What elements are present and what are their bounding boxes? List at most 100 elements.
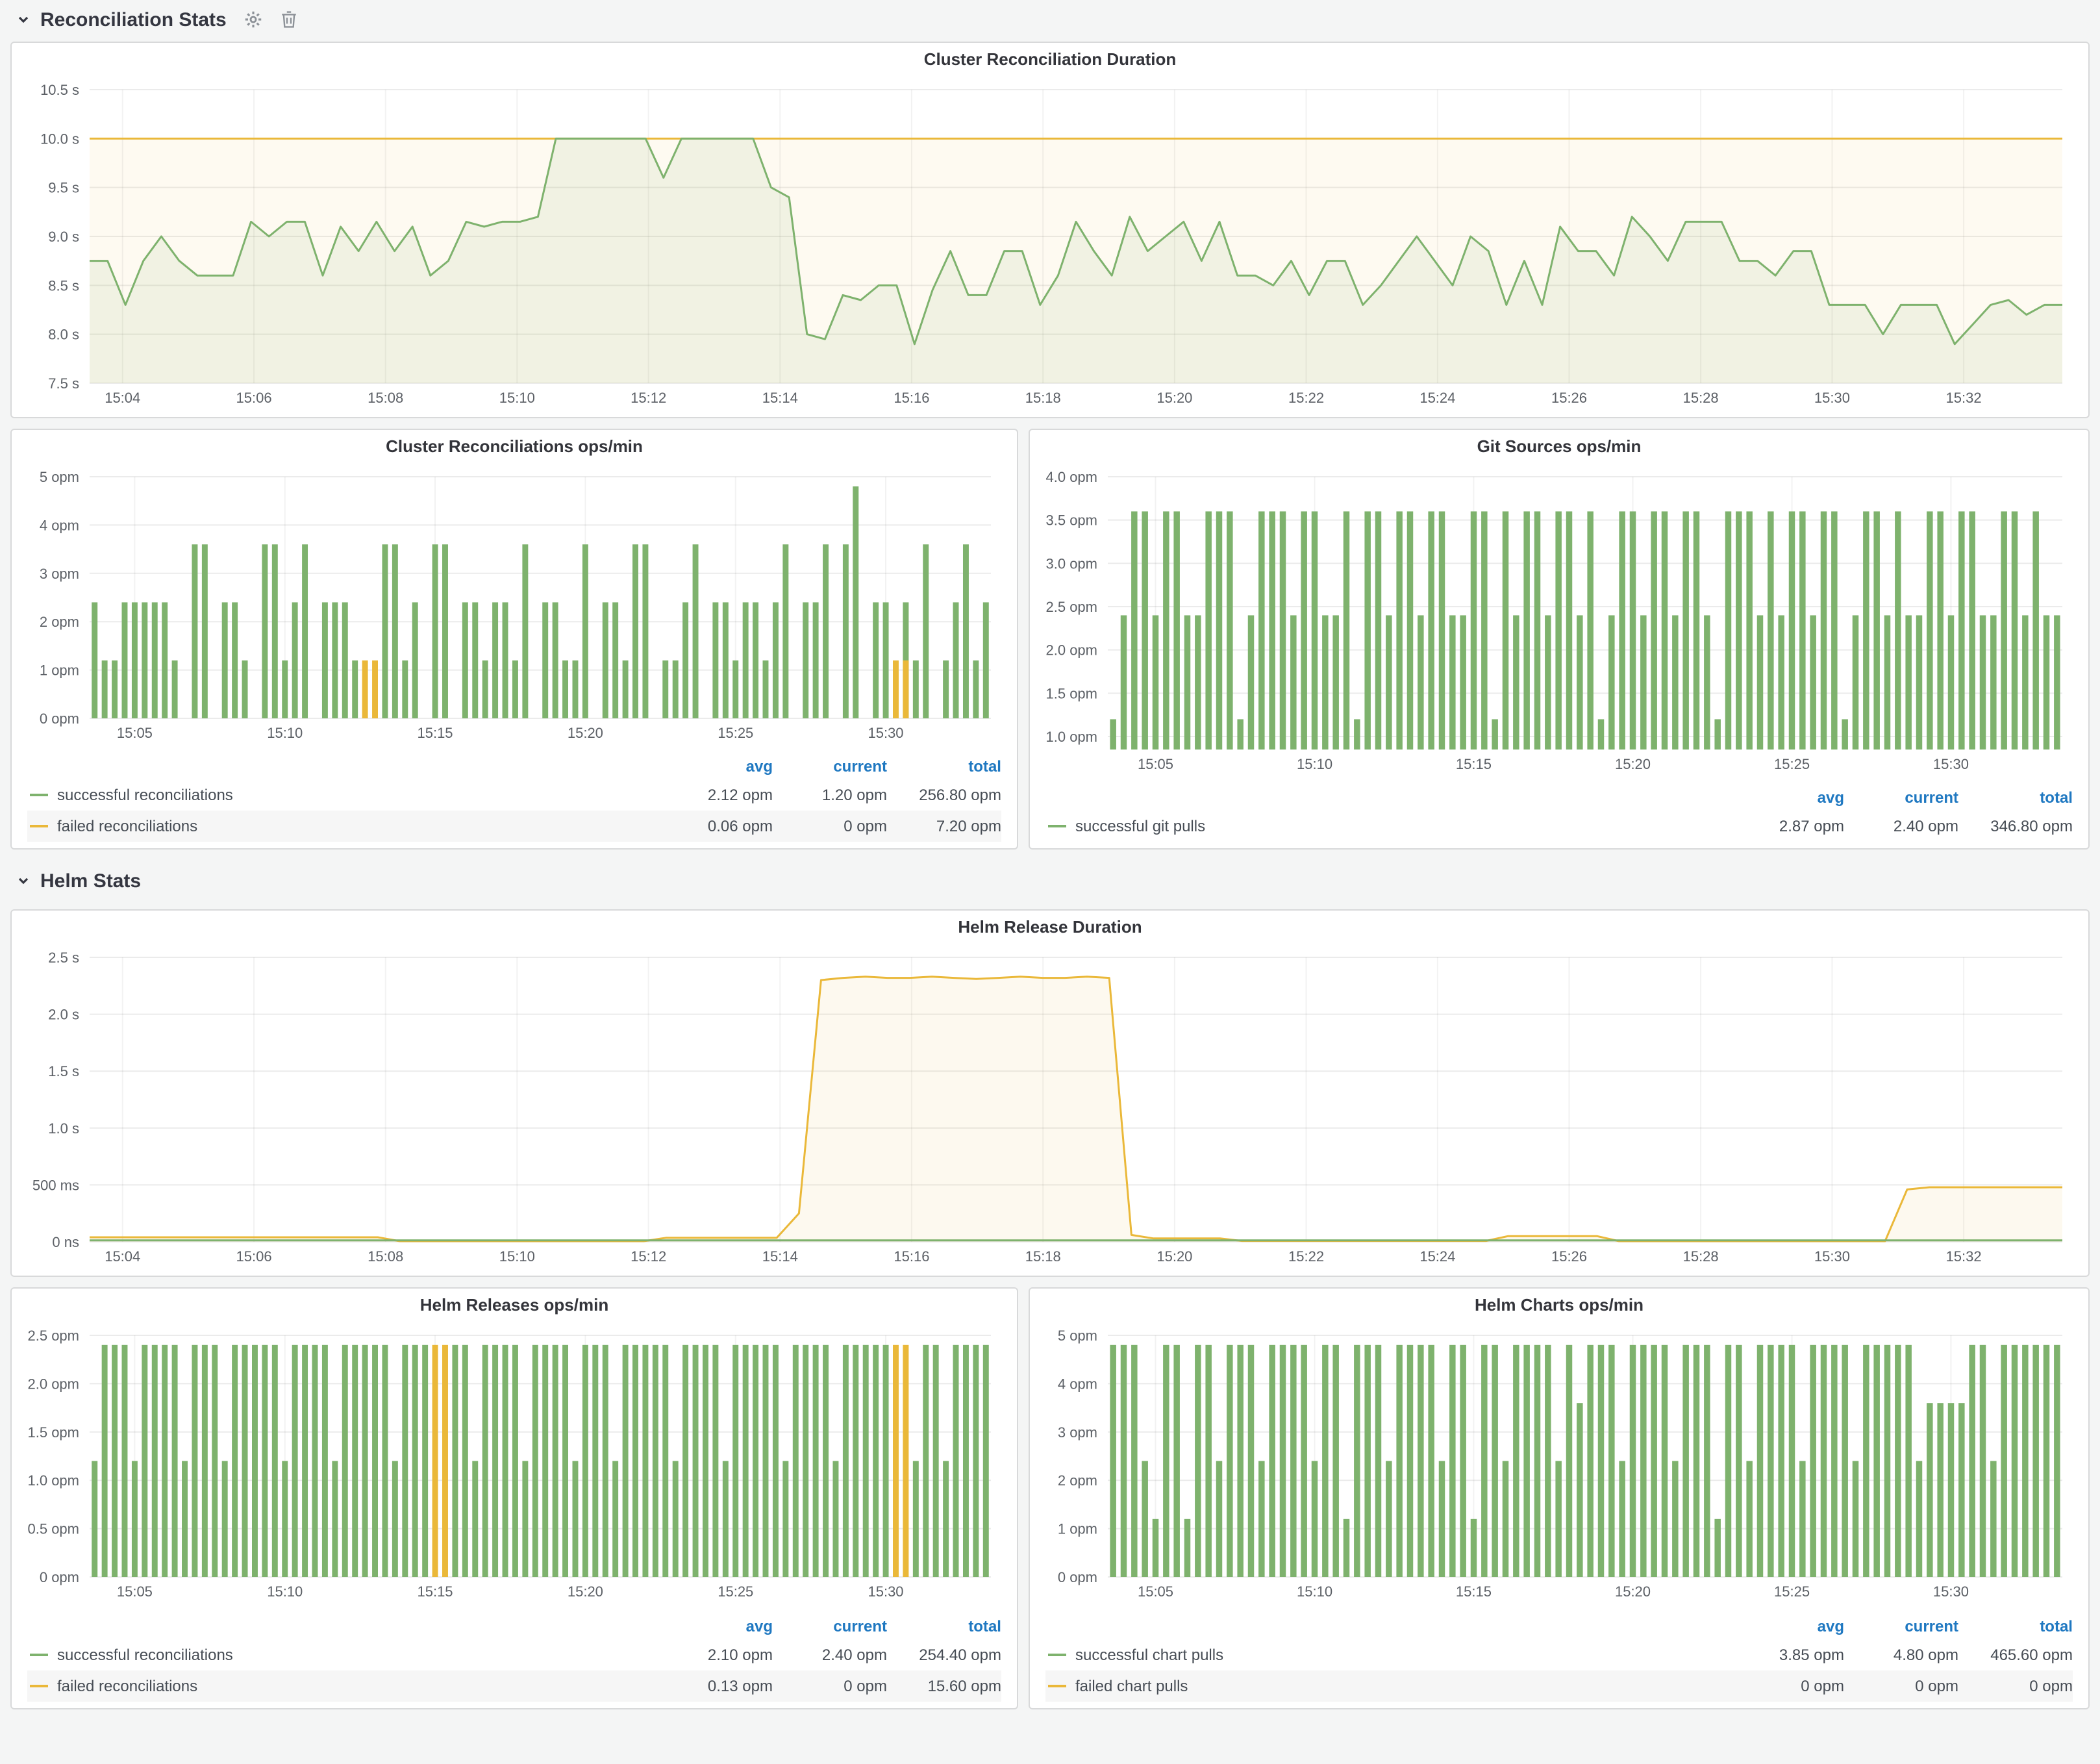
bar-series-0 [512, 1345, 518, 1577]
bar-series-0 [1714, 1519, 1720, 1577]
bar-series-0 [1110, 1345, 1116, 1577]
y-axis-label: 3 opm [1058, 1424, 1097, 1441]
legend-header-current[interactable]: current [1844, 788, 1958, 807]
series-name[interactable]: failed chart pulls [1075, 1677, 1730, 1695]
series-color-dash [1048, 1654, 1066, 1656]
bar-series-0 [773, 602, 779, 718]
bar-series-0 [773, 1345, 779, 1577]
y-axis-label: 9.0 s [48, 229, 79, 245]
legend-header-avg[interactable]: avg [658, 757, 773, 775]
chart-cluster-reconciliations-ops[interactable]: 15:0515:1015:1515:2015:2515:300 opm1 opm… [17, 464, 1012, 747]
gear-icon[interactable] [245, 10, 263, 29]
bar-series-1 [432, 1345, 438, 1577]
legend-header-total[interactable]: total [887, 757, 1001, 775]
panel-title[interactable]: Git Sources ops/min [1030, 430, 2088, 464]
panel-git-sources-ops: Git Sources ops/min 15:0515:1015:1515:20… [1029, 429, 2090, 850]
trash-icon[interactable] [281, 10, 298, 29]
bar-series-0 [603, 602, 608, 718]
bar-series-0 [642, 1345, 648, 1577]
bar-series-0 [2032, 511, 2038, 750]
bar-series-0 [983, 1345, 989, 1577]
x-axis-label: 15:10 [1297, 1583, 1332, 1600]
series-current: 0 opm [773, 817, 887, 835]
y-axis-label: 10.5 s [40, 82, 79, 98]
bar-series-0 [392, 1461, 398, 1577]
legend: avg current total successful reconciliat… [27, 1613, 1001, 1702]
bar-series-0 [1481, 511, 1487, 750]
legend: avg current total successful git pulls 2… [1045, 785, 2073, 842]
x-axis-label: 15:30 [1814, 1248, 1850, 1265]
panel-title[interactable]: Cluster Reconciliation Duration [12, 43, 2088, 77]
bar-series-0 [452, 1345, 458, 1577]
series-total: 465.60 opm [1958, 1646, 2073, 1664]
legend-header-avg[interactable]: avg [1730, 1617, 1844, 1635]
legend-header-current[interactable]: current [1844, 1617, 1958, 1635]
chart-helm-release-duration[interactable]: 15:0415:0615:0815:1015:1215:1415:1615:18… [17, 944, 2083, 1270]
bar-series-0 [763, 661, 769, 718]
y-axis-label: 2.5 s [48, 950, 79, 966]
legend-header-total[interactable]: total [887, 1617, 1001, 1635]
bar-series-0 [1566, 1345, 1572, 1577]
bar-series-0 [1990, 615, 1996, 750]
y-axis-label: 1.5 opm [28, 1424, 80, 1441]
bar-series-0 [953, 602, 959, 718]
series-name[interactable]: successful reconciliations [57, 1646, 658, 1664]
row-header-helm-stats[interactable]: Helm Stats [0, 852, 2100, 909]
y-axis-label: 1.0 opm [28, 1472, 80, 1489]
bar-series-0 [1163, 511, 1169, 750]
bar-series-0 [272, 1345, 278, 1577]
bar-series-0 [1354, 1345, 1360, 1577]
series-total: 254.40 opm [887, 1646, 1001, 1664]
y-axis-label: 2.0 s [48, 1007, 79, 1023]
bar-series-0 [2012, 511, 2018, 750]
bar-series-0 [262, 544, 268, 718]
legend-header-current[interactable]: current [773, 757, 887, 775]
y-axis-label: 0 ns [52, 1234, 79, 1250]
legend-header-total[interactable]: total [1958, 1617, 2073, 1635]
bar-series-0 [1280, 1345, 1286, 1577]
bar-series-0 [222, 602, 228, 718]
bar-series-0 [1173, 1345, 1179, 1577]
chart-canvas: 15:0415:0615:0815:1015:1215:1415:1615:18… [17, 944, 2083, 1270]
series-name[interactable]: failed reconciliations [57, 817, 658, 835]
bar-series-0 [592, 1345, 598, 1577]
bar-series-0 [913, 1461, 919, 1577]
y-axis-label: 2 opm [40, 614, 79, 630]
bar-series-0 [823, 1345, 829, 1577]
series-name[interactable]: successful git pulls [1075, 817, 1730, 835]
series-name[interactable]: successful chart pulls [1075, 1646, 1730, 1664]
chart-helm-releases-ops[interactable]: 15:0515:1015:1515:2015:2515:300 opm0.5 o… [17, 1322, 1012, 1606]
legend-header-avg[interactable]: avg [658, 1617, 773, 1635]
series-name[interactable]: successful reconciliations [57, 786, 658, 804]
panel-title[interactable]: Helm Releases ops/min [12, 1289, 1017, 1322]
chart-helm-charts-ops[interactable]: 15:0515:1015:1515:2015:2515:300 opm1 opm… [1035, 1322, 2083, 1606]
legend-header-current[interactable]: current [773, 1617, 887, 1635]
legend-header-avg[interactable]: avg [1730, 788, 1844, 807]
bar-series-0 [382, 544, 388, 718]
bar-series-0 [1682, 511, 1688, 750]
bar-series-0 [1651, 511, 1656, 750]
bar-series-0 [1534, 1345, 1540, 1577]
bar-series-0 [1407, 511, 1413, 750]
row-header-reconciliation-stats[interactable]: Reconciliation Stats [0, 0, 2100, 39]
bar-series-0 [1269, 1345, 1275, 1577]
bar-series-0 [192, 544, 197, 718]
chart-cluster-reconciliation-duration[interactable]: 15:0415:0615:0815:1015:1215:1415:1615:18… [17, 77, 2083, 412]
y-axis-label: 1 opm [1058, 1521, 1097, 1537]
x-axis-label: 15:10 [499, 390, 535, 406]
bar-series-0 [152, 602, 158, 718]
panel-title[interactable]: Helm Release Duration [12, 911, 2088, 944]
bar-series-0 [2022, 615, 2028, 750]
series-color-dash [30, 825, 48, 827]
bar-series-0 [1682, 1345, 1688, 1577]
bar-series-0 [793, 1345, 799, 1577]
chart-git-sources-ops[interactable]: 15:0515:1015:1515:2015:2515:301.0 opm1.5… [1035, 464, 2083, 778]
bar-series-0 [753, 1345, 758, 1577]
bar-series-0 [1937, 511, 1943, 750]
panel-title[interactable]: Cluster Reconciliations ops/min [12, 430, 1017, 464]
panel-title[interactable]: Helm Charts ops/min [1030, 1289, 2088, 1322]
series-name[interactable]: failed reconciliations [57, 1677, 658, 1695]
bar-series-0 [1471, 1519, 1477, 1577]
bar-series-0 [532, 1345, 538, 1577]
legend-header-total[interactable]: total [1958, 788, 2073, 807]
